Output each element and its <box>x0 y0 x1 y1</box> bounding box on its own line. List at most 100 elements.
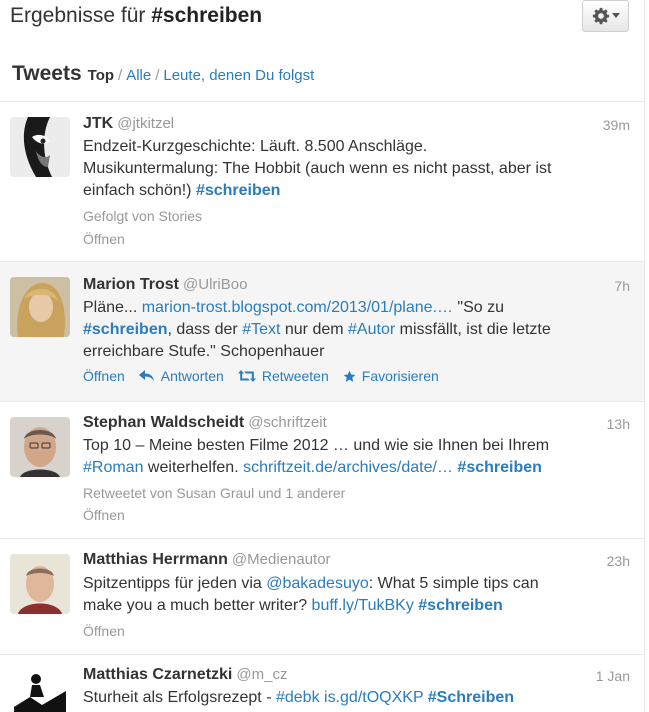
star-icon <box>343 370 356 382</box>
tweet-line: einfach schön!) #schreiben <box>83 180 633 202</box>
hashtag-link[interactable]: #schreiben <box>457 459 541 476</box>
author-name[interactable]: Marion Trost <box>83 276 179 293</box>
url-link[interactable]: is.gd/tOQXKP <box>324 689 423 706</box>
open-link[interactable]: Öffnen <box>83 231 125 247</box>
column-border <box>644 0 645 712</box>
tweet-line: Musikuntermalung: The Hobbit (auch wenn … <box>83 160 552 177</box>
tweet-item[interactable]: Matthias Herrmann @Medienautor 23h Spitze… <box>0 539 644 655</box>
tweet-text-part: , dass der <box>167 321 243 338</box>
tweet-context: Retweetet von Susan Graul und 1 anderer <box>83 485 346 501</box>
tweet-text: Endzeit-Kurzgeschichte: Läuft. 8.500 Ans… <box>83 136 633 202</box>
url-link[interactable]: buff.ly/TukBKy <box>312 597 414 614</box>
tweet-text-part: : What 5 simple tips can <box>368 575 539 592</box>
tweet-line: Endzeit-Kurzgeschichte: Läuft. 8.500 Ans… <box>83 138 428 155</box>
url-link[interactable]: marion-trost.blogspot.com/2013/01/plane.… <box>142 299 453 316</box>
url-link[interactable]: schriftzeit.de/archives/date/… <box>243 459 453 476</box>
retweet-button[interactable]: Retweeten <box>237 368 329 384</box>
tweet-text-part: einfach schön!) <box>83 182 196 199</box>
tweet-line: make you a much better writer? buff.ly/T… <box>83 595 633 617</box>
open-link[interactable]: Öffnen <box>83 507 125 523</box>
author-name[interactable]: JTK <box>83 115 113 132</box>
tweet-line: Pläne... marion-trost.blogspot.com/2013/… <box>83 297 633 319</box>
hashtag-link[interactable]: #schreiben <box>196 182 280 199</box>
hashtag-link[interactable]: #schreiben <box>418 597 502 614</box>
caret-down-icon <box>611 13 620 18</box>
mention-link[interactable]: @bakadesuyo <box>266 575 369 592</box>
tweet-item[interactable]: JTK @jtkitzel 39m Endzeit-Kurzgeschichte:… <box>0 102 644 262</box>
tweet-text: Spitzentipps für jeden via @bakadesuyo: … <box>83 573 633 617</box>
avatar-image <box>10 117 70 177</box>
tweet-line: erreichbare Stufe." Schopenhauer <box>83 343 325 360</box>
hashtag-link[interactable]: #Text <box>242 321 280 338</box>
settings-button[interactable] <box>582 0 629 32</box>
tweet-line: Top 10 – Meine besten Filme 2012 … und w… <box>83 437 550 454</box>
open-link[interactable]: Öffnen <box>83 623 125 639</box>
hashtag-link[interactable]: #Schreiben <box>428 689 514 706</box>
reply-button[interactable]: Antworten <box>138 368 224 384</box>
search-header: Ergebnisse für #schreiben Tweets Top / Alle… <box>0 0 644 102</box>
tweet-author[interactable]: Marion Trost @UlriBoo <box>83 276 247 294</box>
tweet-author[interactable]: Matthias Herrmann @Medienautor <box>83 551 331 569</box>
retweet-icon <box>237 370 256 382</box>
open-link[interactable]: Öffnen <box>83 368 125 384</box>
tweet-text-part: Spitzentipps für jeden via <box>83 575 267 592</box>
author-name[interactable]: Stephan Waldscheidt <box>83 414 244 431</box>
tweet-text-part: Sturheit als Erfolgsrezept - <box>83 689 276 706</box>
filter-separator: / <box>155 67 160 84</box>
avatar-image <box>10 277 70 337</box>
tweet-text-part: make you a much better writer? <box>83 597 312 614</box>
hashtag-link[interactable]: #Autor <box>348 321 395 338</box>
tweet-author[interactable]: Stephan Waldscheidt @schriftzeit <box>83 414 327 432</box>
filter-top[interactable]: Top <box>88 67 114 84</box>
tweets-filter: Tweets Top / Alle / Leute, denen Du folgst <box>12 62 314 86</box>
avatar[interactable] <box>10 277 70 337</box>
favorite-button[interactable]: Favorisieren <box>343 368 439 384</box>
open-label: Öffnen <box>83 368 125 384</box>
tweet-item[interactable]: Stephan Waldscheidt @schriftzeit 13h Top … <box>0 402 644 539</box>
tweet-line: Sturheit als Erfolgsrezept - #debk is.gd… <box>83 687 633 709</box>
author-username[interactable]: @schriftzeit <box>248 414 327 431</box>
tweet-text: Pläne... marion-trost.blogspot.com/2013/… <box>83 297 633 363</box>
tweet-time[interactable]: 7h <box>614 278 630 294</box>
avatar[interactable] <box>10 554 70 614</box>
favorite-label: Favorisieren <box>361 368 439 384</box>
retweet-label: Retweeten <box>261 368 329 384</box>
filter-following[interactable]: Leute, denen Du folgst <box>163 67 314 84</box>
tweet-text-part: "So zu <box>452 299 505 316</box>
tweet-author[interactable]: Matthias Czarnetzki @m_cz <box>83 666 287 684</box>
tweet-time[interactable]: 39m <box>603 117 630 133</box>
tweet-text-part: nur dem <box>280 321 349 338</box>
avatar[interactable] <box>10 117 70 177</box>
tweet-context: Gefolgt von Stories <box>83 208 203 224</box>
tweet-item[interactable]: Marion Trost @UlriBoo 7h Pläne... marion-… <box>0 262 644 402</box>
tweet-text: Sturheit als Erfolgsrezept - #debk is.gd… <box>83 687 633 709</box>
tweet-time[interactable]: 23h <box>607 553 630 569</box>
tweet-text-part: Pläne... <box>83 299 142 316</box>
author-username[interactable]: @jtkitzel <box>117 115 174 132</box>
hashtag-link[interactable]: #Roman <box>83 459 143 476</box>
filter-separator: / <box>118 67 123 84</box>
page-title: Ergebnisse für #schreiben <box>10 4 262 28</box>
title-query: #schreiben <box>151 4 263 27</box>
tweet-line: #Roman weiterhelfen. schriftzeit.de/arch… <box>83 457 633 479</box>
tweet-text: Top 10 – Meine besten Filme 2012 … und w… <box>83 435 633 479</box>
tweet-line: Spitzentipps für jeden via @bakadesuyo: … <box>83 573 633 595</box>
title-prefix: Ergebnisse für <box>10 4 152 27</box>
author-username[interactable]: @Medienautor <box>232 551 331 568</box>
tweet-actions: Öffnen Antworten Retweeten Favorisieren <box>83 368 439 384</box>
author-username[interactable]: @m_cz <box>236 666 287 683</box>
filter-alle[interactable]: Alle <box>126 67 151 84</box>
author-name[interactable]: Matthias Herrmann <box>83 551 228 568</box>
avatar-image <box>10 554 70 614</box>
gear-icon <box>592 7 609 25</box>
tweet-time[interactable]: 13h <box>607 416 630 432</box>
hashtag-link[interactable]: #debk <box>276 689 320 706</box>
avatar[interactable] <box>10 667 70 712</box>
tweet-time[interactable]: 1 Jan <box>596 668 630 684</box>
tweet-author[interactable]: JTK @jtkitzel <box>83 115 174 133</box>
author-username[interactable]: @UlriBoo <box>183 276 247 293</box>
hashtag-link[interactable]: #schreiben <box>83 321 167 338</box>
author-name[interactable]: Matthias Czarnetzki <box>83 666 232 683</box>
tweet-item[interactable]: Matthias Czarnetzki @m_cz 1 Jan Sturheit … <box>0 655 644 712</box>
avatar[interactable] <box>10 417 70 477</box>
